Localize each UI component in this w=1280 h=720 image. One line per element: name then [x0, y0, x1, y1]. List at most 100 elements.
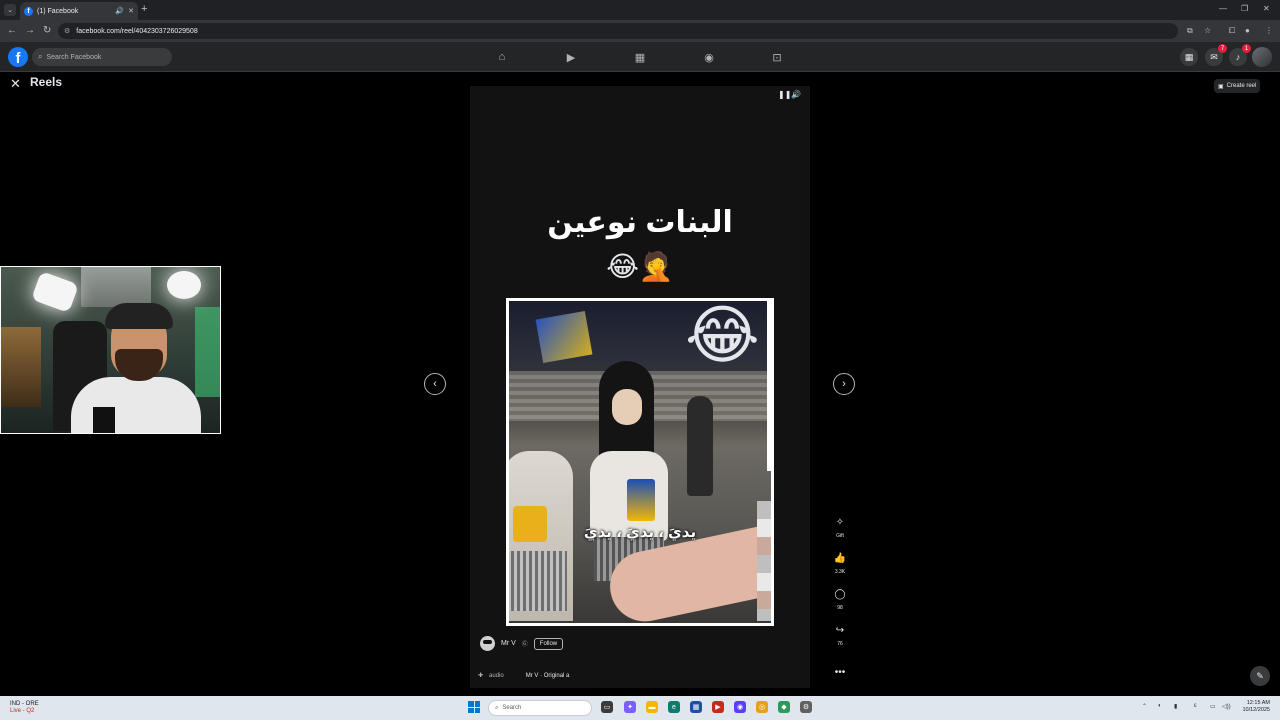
account-avatar[interactable] [1252, 47, 1272, 67]
video-sign-shape [535, 310, 593, 364]
store-icon[interactable]: ▦ [690, 701, 702, 713]
facebook-logo-letter: f [15, 50, 21, 67]
back-icon[interactable]: ← [7, 25, 17, 36]
browser-tab-strip: ⌄ f (1) Facebook 🔊 ✕ + — ❐ ✕ [0, 0, 1280, 20]
reel-audio-row[interactable]: ✚ audio Mr V · Original a [478, 672, 570, 680]
taskbar-clock[interactable]: 12:15 AM 10/12/2025 [1236, 700, 1270, 714]
taskbar-search-placeholder: Search [502, 705, 522, 711]
comment-icon: ◯ [834, 588, 846, 600]
streamer-webcam-overlay [0, 266, 221, 434]
app-icon-green[interactable]: ◆ [778, 701, 790, 713]
browser-tab-facebook[interactable]: f (1) Facebook 🔊 ✕ [20, 2, 138, 20]
gift-label: Gift [836, 533, 844, 539]
new-message-button[interactable]: ✎ [1250, 666, 1270, 686]
settings-gear-icon[interactable]: ⚙ [800, 701, 812, 713]
close-window-icon[interactable]: ✕ [1263, 4, 1270, 13]
tab-search-icon[interactable]: ⌄ [4, 4, 16, 16]
comment-count: 98 [837, 605, 843, 611]
chips-bag-shape [627, 479, 655, 521]
search-icon: ⌕ [38, 52, 43, 61]
author-name[interactable]: Mr V [501, 640, 516, 647]
author-avatar[interactable] [480, 636, 495, 651]
reel-video-frame[interactable]: 😂 يديَ ، يديَ ، يديَ [506, 298, 774, 626]
comment-button[interactable]: ◯ 98 [826, 584, 854, 612]
gift-icon: ✧ [835, 516, 845, 528]
second-girl-skirt [509, 551, 567, 611]
tray-network-icon[interactable]: ▭ [1210, 703, 1216, 710]
tray-language-icon[interactable]: ε [1194, 703, 1197, 709]
search-placeholder: Search Facebook [46, 53, 102, 61]
audio-track-name: Mr V · Original a [525, 672, 570, 679]
webcam-poster [81, 267, 151, 307]
previous-reel-button[interactable]: ‹ [424, 373, 446, 395]
create-reel-button[interactable]: ▣ Create reel [1214, 79, 1261, 93]
taskbar-widget[interactable]: IND - ORE Live - Q2 [10, 701, 39, 715]
file-explorer-icon[interactable]: ▬ [646, 701, 658, 713]
facebook-top-nav: f ⌕ Search Facebook ⌂ ▶ ▦ ◉ ⊡ ▦ ✉ 7 ♪ 1 [0, 42, 1280, 72]
bookmark-star-icon[interactable]: ☆ [1204, 26, 1211, 35]
menu-grid-icon[interactable]: ▦ [1180, 48, 1198, 66]
volume-icon[interactable]: 🔊 [791, 90, 801, 99]
reel-author-row: Mr V Ⓖ Follow [480, 636, 564, 651]
taskbar-search-icon: ⌕ [495, 704, 499, 711]
marketplace-icon[interactable]: ▦ [633, 50, 647, 64]
forward-icon[interactable]: → [25, 25, 35, 36]
girl-face-shape [612, 389, 642, 425]
tab-audio-icon[interactable]: 🔊 [115, 7, 124, 15]
discord-icon[interactable]: ◉ [734, 701, 746, 713]
tray-mic-icon[interactable]: ▮ [1174, 703, 1177, 710]
app-icon-red[interactable]: ▶ [712, 701, 724, 713]
facebook-favicon-icon: f [24, 6, 33, 16]
groups-icon[interactable]: ◉ [702, 50, 716, 64]
video-icon[interactable]: ▶ [564, 50, 578, 64]
copilot-icon[interactable]: ✦ [624, 701, 636, 713]
pause-icon[interactable]: ❚❚ [778, 90, 791, 99]
tray-chevron-icon[interactable]: ⌃ [1142, 703, 1147, 710]
more-dots-icon: ••• [834, 666, 846, 678]
video-subtitle: يديَ ، يديَ ، يديَ [583, 524, 697, 541]
share-icon: ↪ [835, 624, 845, 636]
gift-button[interactable]: ✧ Gift [826, 512, 854, 540]
widget-line-1: IND - ORE [10, 701, 39, 707]
reel-caption-text: البنات نوعين [547, 206, 733, 239]
follow-button[interactable]: Follow [533, 637, 564, 650]
webcam-person-shirt [71, 377, 201, 433]
tab-close-icon[interactable]: ✕ [128, 7, 134, 15]
cast-icon[interactable]: ⧉ [1187, 26, 1193, 36]
browser-menu-icon[interactable]: ⋮ [1265, 26, 1273, 35]
share-button[interactable]: ↪ 76 [826, 620, 854, 648]
restore-icon[interactable]: ❐ [1241, 4, 1248, 13]
edge-icon[interactable]: e [668, 701, 680, 713]
messenger-icon[interactable]: ✉ 7 [1205, 44, 1227, 66]
next-reel-button[interactable]: › [833, 373, 855, 395]
new-tab-button[interactable]: + [141, 3, 147, 15]
webcam-neon-light [195, 307, 220, 397]
task-view-icon[interactable]: ▭ [601, 701, 613, 713]
reload-icon[interactable]: ↻ [43, 25, 51, 36]
taskbar-search-input[interactable]: ⌕ Search [488, 700, 592, 716]
site-info-icon[interactable]: ⚙ [64, 27, 70, 35]
notifications-badge: 1 [1242, 44, 1251, 53]
close-reels-icon[interactable]: ✕ [10, 76, 21, 92]
extensions-icon[interactable]: ⧠ [1229, 26, 1235, 36]
facebook-search-input[interactable]: ⌕ Search Facebook [32, 48, 172, 66]
gaming-icon[interactable]: ⊡ [770, 50, 784, 64]
notifications-bell-icon[interactable]: ♪ 1 [1229, 44, 1251, 66]
profile-avatar-icon[interactable]: ● [1245, 26, 1250, 35]
clock-time: 12:15 AM [1246, 700, 1270, 706]
minimize-icon[interactable]: — [1219, 4, 1227, 13]
chrome-icon[interactable]: ◎ [756, 701, 768, 713]
webcam-light-right [167, 271, 201, 299]
like-button[interactable]: 👍 3.3K [826, 548, 854, 576]
tray-volume-icon[interactable]: ◁)) [1222, 703, 1231, 710]
tray-headset-icon[interactable]: ◐ [1158, 703, 1162, 709]
video-edge-bar [767, 301, 771, 471]
page-title: Reels [30, 75, 63, 89]
like-count: 3.3K [834, 569, 846, 575]
windows-taskbar: IND - ORE Live - Q2 ⌕ Search ▭ ✦ ▬ e ▦ ▶… [0, 696, 1280, 720]
home-icon[interactable]: ⌂ [495, 50, 509, 64]
facebook-logo-icon[interactable]: f [8, 47, 28, 67]
address-bar[interactable]: ⚙ facebook.com/reel/4042303726029508 [58, 23, 1178, 39]
more-options-button[interactable]: ••• [826, 662, 854, 682]
windows-start-icon[interactable] [468, 701, 480, 713]
